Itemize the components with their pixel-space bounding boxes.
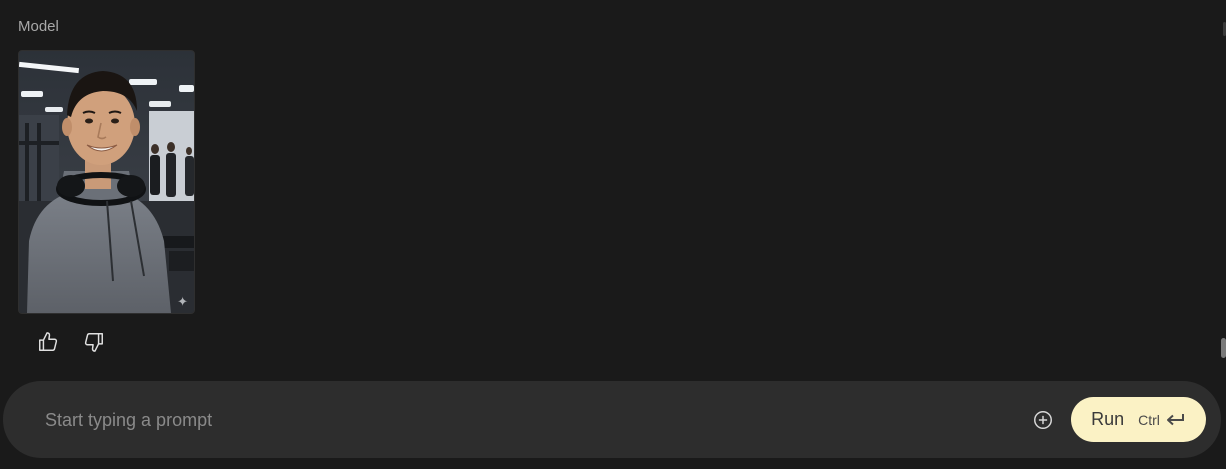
feedback-bar — [36, 330, 106, 354]
run-shortcut-hint: Ctrl — [1138, 412, 1186, 428]
message-role-label: Model — [18, 18, 59, 35]
add-attachment-button[interactable] — [1031, 408, 1055, 432]
run-button[interactable]: Run Ctrl — [1071, 397, 1206, 442]
shortcut-key-label: Ctrl — [1138, 411, 1160, 428]
generated-image-illustration — [19, 51, 194, 313]
plus-circle-icon — [1034, 411, 1052, 429]
chat-page: Model ✦ Start typing a prompt Run Ctrl — [0, 0, 1226, 469]
thumbs-down-button[interactable] — [82, 330, 106, 354]
prompt-composer: Run Ctrl — [3, 381, 1221, 458]
enter-icon — [1166, 413, 1184, 425]
run-button-label: Run — [1091, 409, 1125, 429]
sparkle-icon: ✦ — [177, 294, 188, 309]
prompt-input[interactable] — [43, 403, 947, 437]
thumbs-down-icon — [84, 333, 103, 352]
scrollbar-thumb[interactable] — [1221, 338, 1226, 358]
thumbs-up-icon — [39, 332, 58, 351]
generated-image[interactable]: ✦ — [18, 50, 195, 314]
thumbs-up-button[interactable] — [36, 330, 60, 354]
